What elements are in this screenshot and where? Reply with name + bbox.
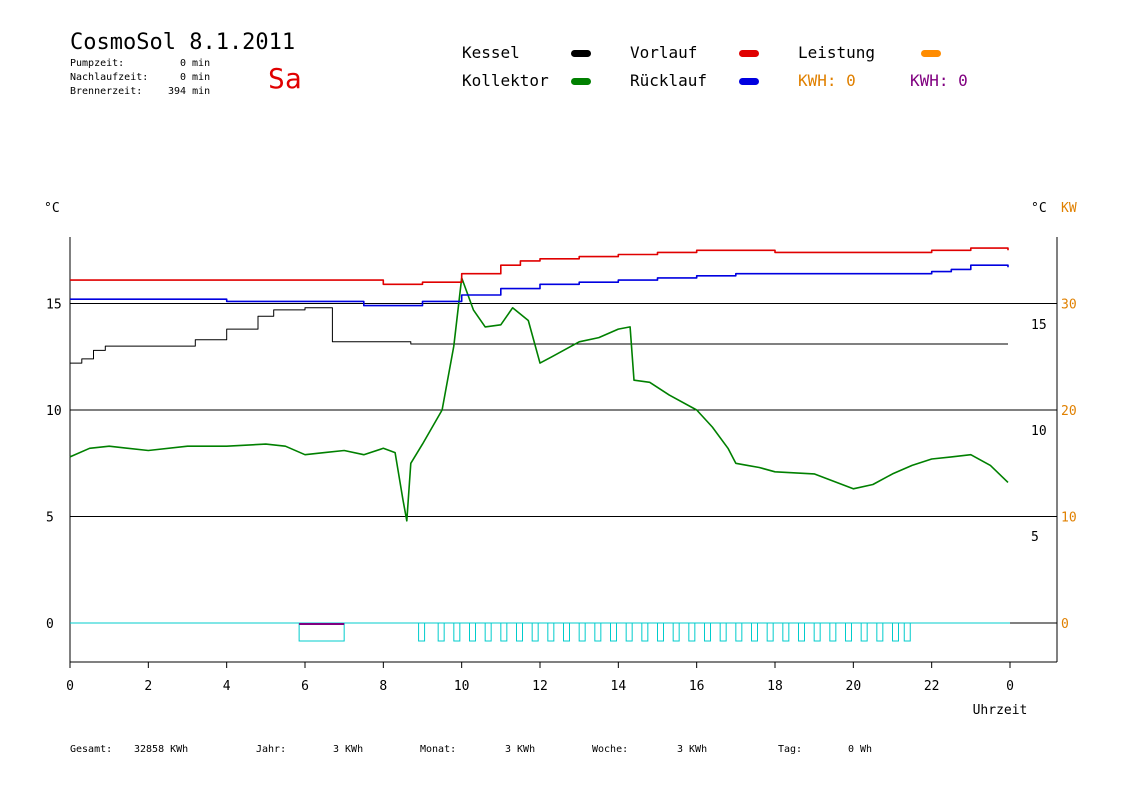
y-right-kw-tick-label: 10 [1061, 511, 1077, 526]
pump-pulse [903, 622, 911, 642]
pump-pulse [688, 622, 696, 642]
pump-pulse [418, 622, 426, 642]
y-right-kw-tick-label: 0 [1061, 617, 1069, 632]
pump-pulse [860, 622, 868, 642]
x-tick-label: 0 [1006, 679, 1014, 694]
y-left-tick-label: 5 [46, 511, 54, 526]
footer-tag-value: 0 Wh [848, 744, 873, 755]
x-axis-label: Uhrzeit [973, 703, 1028, 718]
pump-pulse [641, 622, 649, 642]
footer-woche-label: Woche: [592, 744, 629, 755]
x-tick-label: 16 [689, 679, 705, 694]
y-left-tick-label: 15 [46, 298, 62, 313]
pump-pulse [563, 622, 570, 642]
series-vorlauf-line [70, 247, 1009, 286]
footer-gesamt-value: 32858 KWh [134, 744, 189, 755]
footer-gesamt-label: Gesamt: [70, 744, 113, 755]
pump-pulse [892, 622, 899, 642]
pump-pulse [657, 622, 664, 642]
pump-pulse [735, 622, 743, 642]
y-left-tick-label: 0 [46, 617, 54, 632]
x-tick-label: 20 [846, 679, 862, 694]
y-right-c-tick-label: 5 [1031, 530, 1039, 545]
pump-block [298, 622, 345, 642]
pump-pulse [798, 622, 805, 642]
pump-pulse [813, 622, 821, 642]
pump-pulse [500, 622, 508, 642]
footer-jahr-label: Jahr: [256, 744, 287, 755]
pump-pulse [719, 622, 727, 642]
y-left-unit-label: °C [44, 201, 60, 216]
pump-pulse [610, 622, 617, 642]
footer-monat-label: Monat: [420, 744, 457, 755]
pump-pulse [876, 622, 884, 642]
chart-svg: 0 5 10 15 5 10 15 0 10 20 30 °C °C KW 0 2 4 6 8 10 12 14 16 18 2… [44, 201, 1077, 718]
footer-jahr-value: 3 KWh [333, 744, 364, 755]
pump-pulse [672, 622, 680, 642]
series-kessel-line [70, 307, 1008, 364]
pump-pulse [751, 622, 758, 642]
pump-pulse [531, 622, 539, 642]
pump-pulse [829, 622, 837, 642]
y-right-kw-tick-label: 30 [1061, 298, 1077, 313]
pump-pulse [453, 622, 461, 642]
y-right-c-tick-label: 15 [1031, 318, 1047, 333]
x-tick-label: 6 [301, 679, 309, 694]
pump-pulse [594, 622, 602, 642]
x-tick-label: 18 [767, 679, 783, 694]
pump-pulse [484, 622, 492, 642]
pump-pulse [516, 622, 523, 642]
pump-pulse [469, 622, 476, 642]
x-tick-label: 12 [532, 679, 548, 694]
x-tick-label: 2 [144, 679, 152, 694]
y-left-tick-label: 10 [46, 404, 62, 419]
x-tick-label: 14 [611, 679, 627, 694]
series-kollektor-line [69, 277, 1009, 522]
y-right-kw-unit-label: KW [1061, 201, 1077, 216]
x-tick-label: 0 [66, 679, 74, 694]
footer-woche-value: 3 KWh [677, 744, 708, 755]
x-tick-label: 10 [454, 679, 470, 694]
footer-tag-label: Tag: [778, 744, 803, 755]
y-right-c-tick-label: 10 [1031, 424, 1047, 439]
pump-pulse [547, 622, 555, 642]
y-right-unit-label: °C [1031, 201, 1047, 216]
series-ruecklauf-line [70, 264, 1009, 307]
footer-monat-value: 3 KWh [505, 744, 536, 755]
pump-pulse [845, 622, 852, 642]
y-right-kw-tick-label: 20 [1061, 404, 1077, 419]
x-tick-label: 8 [379, 679, 387, 694]
pump-pulse [578, 622, 586, 642]
pump-pulse [625, 622, 633, 642]
pump-pulse [766, 622, 774, 642]
x-tick-label: 4 [223, 679, 231, 694]
x-tick-label: 22 [924, 679, 940, 694]
pump-pulse [782, 622, 790, 642]
pump-pulse [704, 622, 711, 642]
pump-pulse [437, 622, 445, 642]
